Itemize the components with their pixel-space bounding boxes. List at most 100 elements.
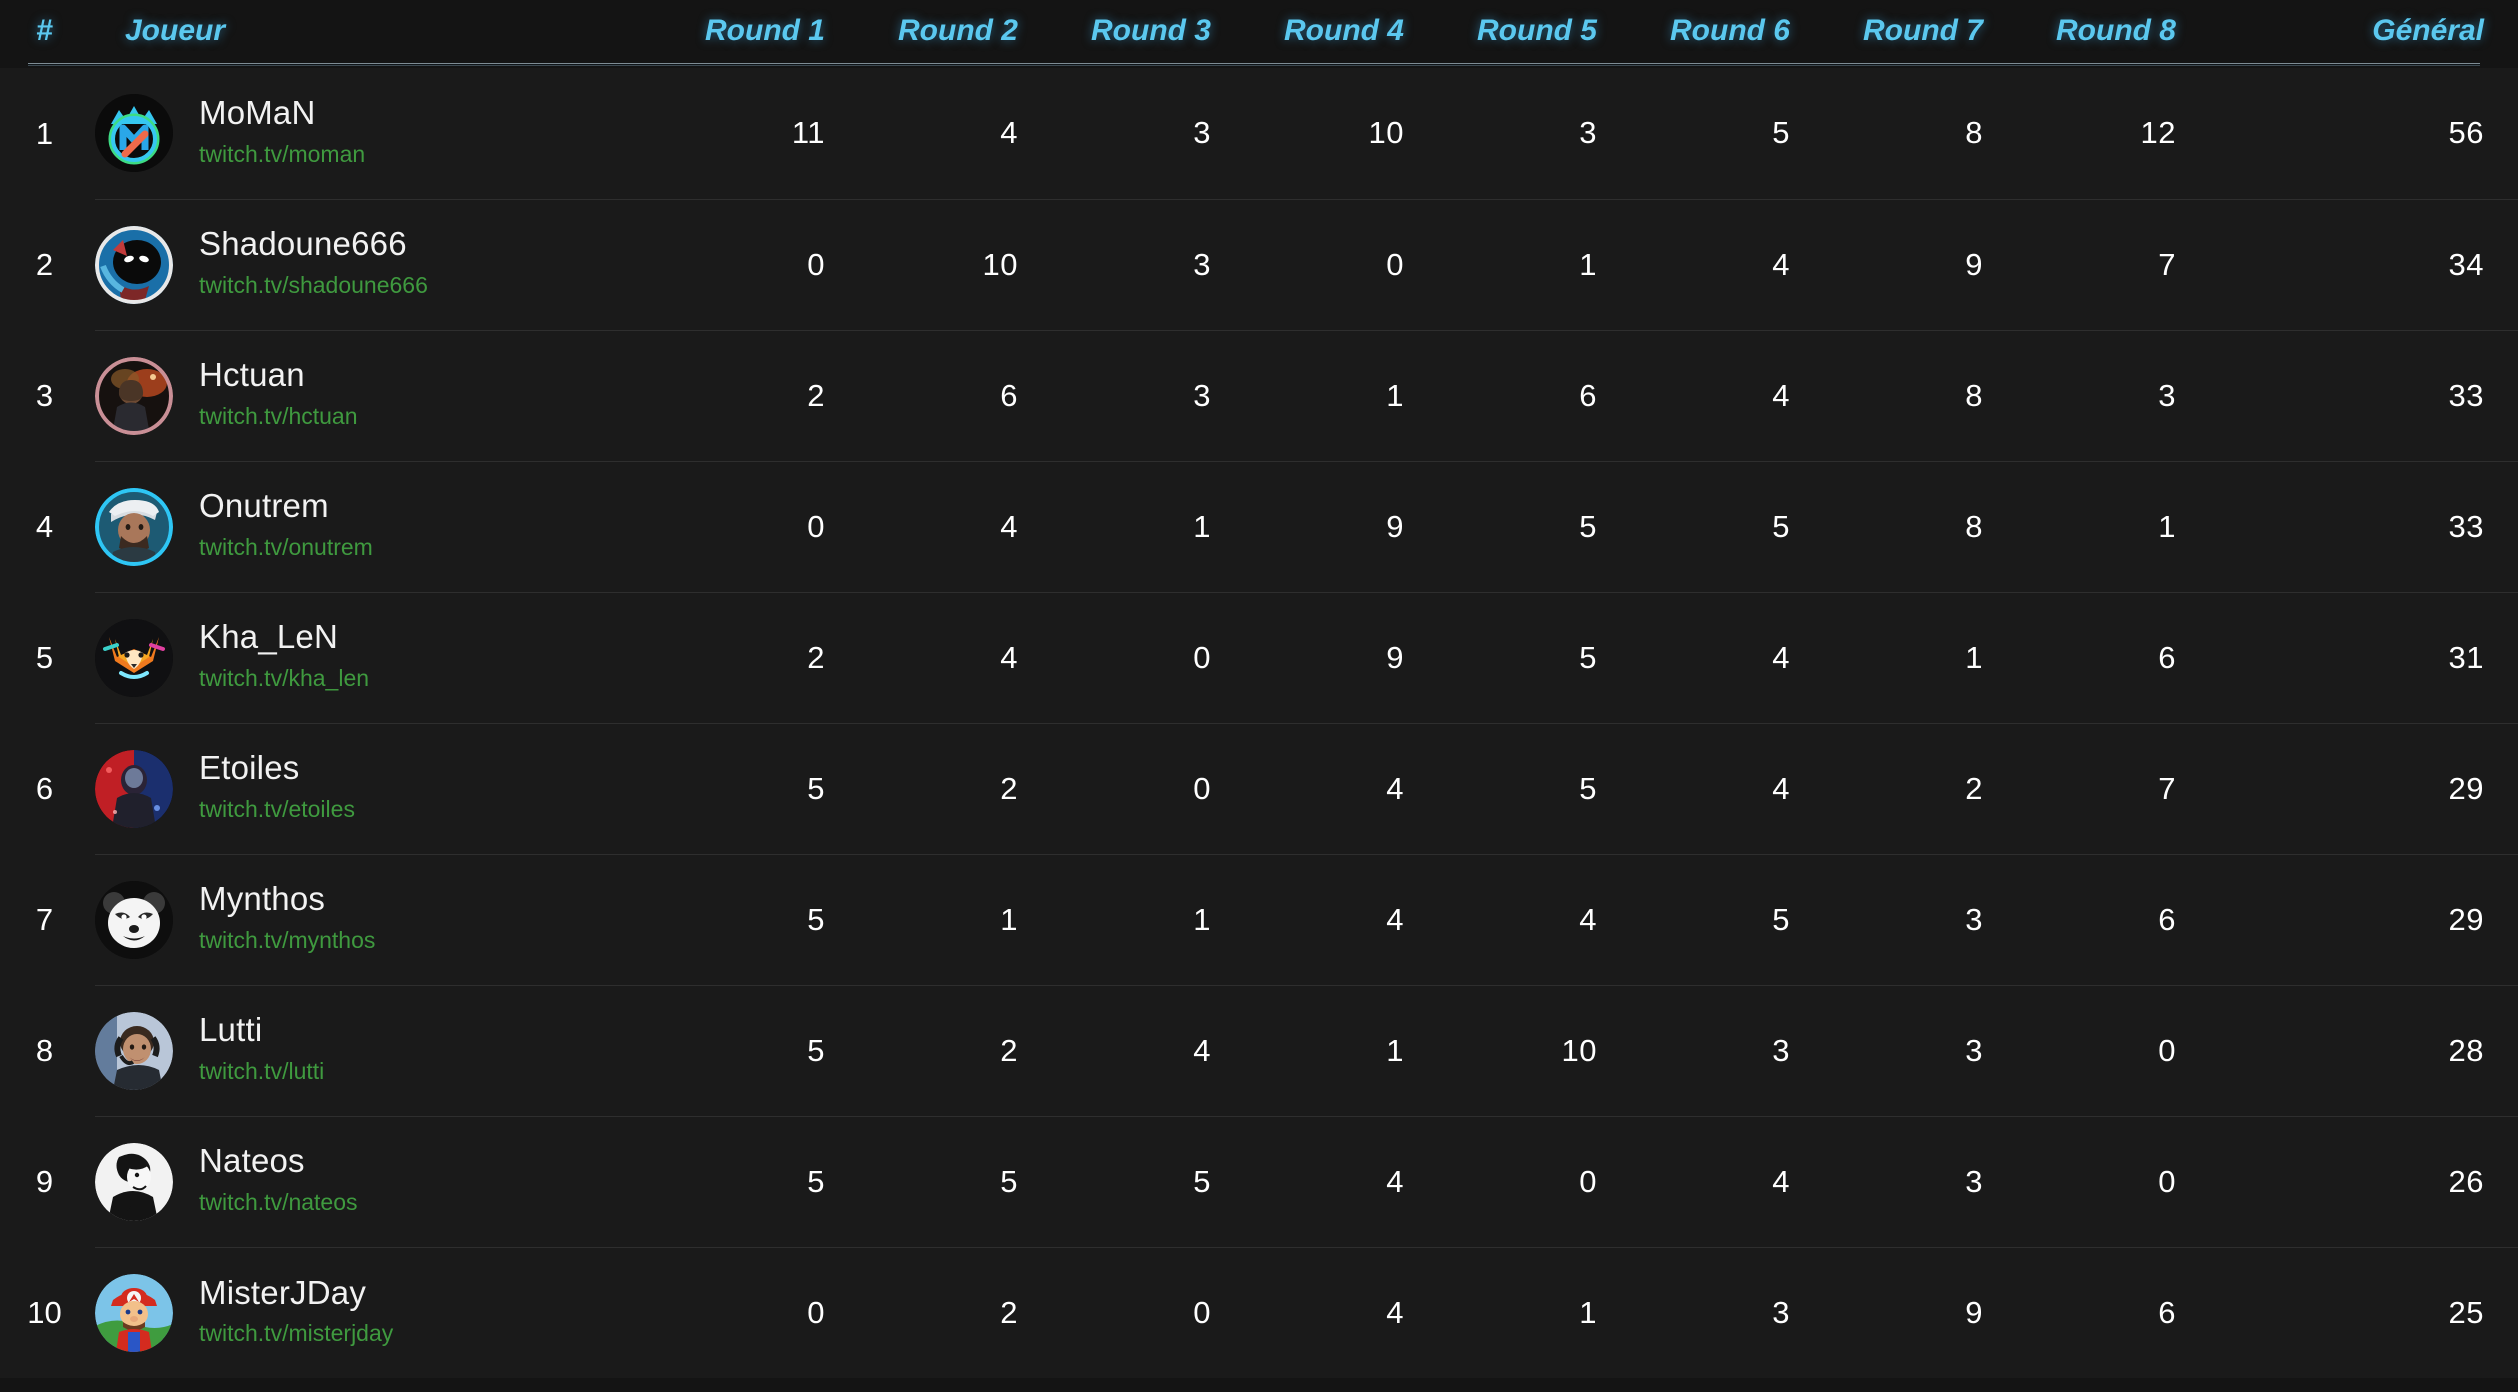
table-header: # Joueur Round 1 Round 2 Round 3 Round 4…	[0, 0, 2518, 68]
avatar	[95, 225, 173, 304]
table-row[interactable]: 9 Nateos twitch.tv/nateos 5 5 5 4 0 4 3 0 26	[0, 1115, 2518, 1247]
player-twitch-url[interactable]: twitch.tv/etoiles	[199, 792, 355, 827]
column-header-round-1[interactable]: Round 1	[670, 0, 863, 68]
score-round-2: 10	[863, 198, 1056, 330]
score-round-5: 3	[1442, 68, 1635, 199]
column-header-general[interactable]: Général	[2214, 0, 2518, 68]
player-cell[interactable]: MisterJDay twitch.tv/misterjday	[95, 1246, 670, 1378]
player-name: MisterJDay	[199, 1273, 367, 1311]
avatar	[95, 1142, 173, 1221]
score-round-6: 5	[1635, 853, 1828, 985]
header-row: # Joueur Round 1 Round 2 Round 3 Round 4…	[0, 0, 2518, 68]
player-twitch-url[interactable]: twitch.tv/moman	[199, 137, 365, 172]
table-row[interactable]: 1 MoMaN twitch.tv/moman 11 4 3 10 3 5 8 12 56	[0, 68, 2518, 199]
rank-cell: 5	[0, 592, 95, 723]
leaderboard-container: # Joueur Round 1 Round 2 Round 3 Round 4…	[0, 0, 2518, 1392]
player-twitch-url[interactable]: twitch.tv/lutti	[199, 1054, 324, 1089]
player-name: Kha_LeN	[199, 618, 339, 656]
table-row[interactable]: 8 Lutti twitch.tv/lutti 5 2 4 1 10 3 3 0 28	[0, 984, 2518, 1116]
score-round-6: 3	[1635, 1246, 1828, 1378]
score-round-3: 1	[1056, 460, 1249, 592]
player-twitch-url[interactable]: twitch.tv/nateos	[199, 1185, 358, 1220]
player-twitch-url[interactable]: twitch.tv/mynthos	[199, 923, 375, 958]
player-cell[interactable]: Mynthos twitch.tv/mynthos	[95, 853, 670, 985]
player-name: Mynthos	[199, 880, 326, 918]
rank-cell: 2	[0, 199, 95, 330]
avatar	[95, 749, 173, 828]
table-row[interactable]: 10 MisterJDay twitch.tv/misterjday 02041…	[0, 1246, 2518, 1378]
player-cell[interactable]: Onutrem twitch.tv/onutrem	[95, 460, 670, 592]
score-round-2: 2	[863, 1246, 1056, 1378]
player-twitch-url[interactable]: twitch.tv/hctuan	[199, 399, 358, 434]
player-cell[interactable]: Nateos twitch.tv/nateos	[95, 1115, 670, 1247]
score-round-5: 1	[1442, 198, 1635, 330]
column-header-rank[interactable]: #	[0, 0, 95, 68]
column-header-player[interactable]: Joueur	[95, 0, 670, 68]
table-row[interactable]: 2 Shadoune666 twitch.tv/shadoune666 0 10 3…	[0, 198, 2518, 330]
player-twitch-url[interactable]: twitch.tv/misterjday	[199, 1316, 393, 1351]
score-round-7: 8	[1828, 68, 2021, 199]
score-round-1: 2	[670, 591, 863, 723]
score-round-6: 4	[1635, 198, 1828, 330]
avatar	[95, 1273, 173, 1352]
score-round-4: 4	[1249, 1246, 1442, 1378]
player-twitch-url[interactable]: twitch.tv/kha_len	[199, 661, 369, 696]
player-twitch-url[interactable]: twitch.tv/shadoune666	[199, 268, 428, 303]
score-round-6: 4	[1635, 329, 1828, 461]
player-name: Onutrem	[199, 487, 329, 525]
score-round-5: 10	[1442, 984, 1635, 1116]
score-round-8: 0	[2021, 984, 2214, 1116]
player-name: Etoiles	[199, 749, 300, 787]
score-round-8: 6	[2021, 1246, 2214, 1378]
table-row[interactable]: 6 Etoiles twitch.tv/etoiles 5 2 0 4 5 4 2 7 29	[0, 722, 2518, 854]
avatar	[95, 487, 173, 566]
rank-cell: 9	[0, 1116, 95, 1247]
column-header-round-4[interactable]: Round 4	[1249, 0, 1442, 68]
column-header-round-8[interactable]: Round 8	[2021, 0, 2214, 68]
table-row[interactable]: 5 Kha_LeN twitch.tv/kha_len 2 4 0 9 5 4 1 6 31	[0, 591, 2518, 723]
player-cell[interactable]: Shadoune666 twitch.tv/shadoune666	[95, 198, 670, 330]
column-header-round-2[interactable]: Round 2	[863, 0, 1056, 68]
table-row[interactable]: 7 Mynthos twitch.tv/mynthos 5 1 1 4 4 5 3 6 29	[0, 853, 2518, 985]
player-cell[interactable]: Kha_LeN twitch.tv/kha_len	[95, 591, 670, 723]
score-round-1: 0	[670, 460, 863, 592]
score-round-3: 0	[1056, 722, 1249, 854]
score-round-8: 7	[2021, 198, 2214, 330]
score-round-5: 4	[1442, 853, 1635, 985]
score-round-7: 1	[1828, 591, 2021, 723]
score-round-7: 3	[1828, 1115, 2021, 1247]
score-round-5: 5	[1442, 460, 1635, 592]
player-cell[interactable]: Lutti twitch.tv/lutti	[95, 984, 670, 1116]
score-round-5: 1	[1442, 1246, 1635, 1378]
score-round-3: 4	[1056, 984, 1249, 1116]
header-divider	[28, 63, 2480, 66]
score-round-1: 11	[670, 68, 863, 199]
column-header-round-6[interactable]: Round 6	[1635, 0, 1828, 68]
score-general: 56	[2214, 68, 2518, 199]
score-round-5: 5	[1442, 591, 1635, 723]
score-round-1: 0	[670, 198, 863, 330]
score-round-3: 3	[1056, 198, 1249, 330]
score-round-2: 2	[863, 984, 1056, 1116]
column-header-round-3[interactable]: Round 3	[1056, 0, 1249, 68]
score-round-1: 5	[670, 853, 863, 985]
player-cell[interactable]: MoMaN twitch.tv/moman	[95, 68, 670, 199]
score-round-5: 5	[1442, 722, 1635, 854]
score-round-4: 0	[1249, 198, 1442, 330]
table-row[interactable]: 3 Hctuan twitch.tv/hctuan 2 6 3 1 6 4 8 3 33	[0, 329, 2518, 461]
table-row[interactable]: 4 Onutrem twitch.tv/onutrem 0 4 1 9 5 5 8 1 33	[0, 460, 2518, 592]
player-cell[interactable]: Hctuan twitch.tv/hctuan	[95, 329, 670, 461]
score-round-8: 3	[2021, 329, 2214, 461]
column-header-round-5[interactable]: Round 5	[1442, 0, 1635, 68]
rank-cell: 6	[0, 723, 95, 854]
column-header-round-7[interactable]: Round 7	[1828, 0, 2021, 68]
score-round-6: 4	[1635, 591, 1828, 723]
score-round-6: 4	[1635, 722, 1828, 854]
player-cell[interactable]: Etoiles twitch.tv/etoiles	[95, 722, 670, 854]
score-round-2: 1	[863, 853, 1056, 985]
score-general: 26	[2214, 1115, 2518, 1247]
score-round-2: 5	[863, 1115, 1056, 1247]
score-general: 25	[2214, 1246, 2518, 1378]
player-twitch-url[interactable]: twitch.tv/onutrem	[199, 530, 373, 565]
player-name: Nateos	[199, 1142, 305, 1180]
